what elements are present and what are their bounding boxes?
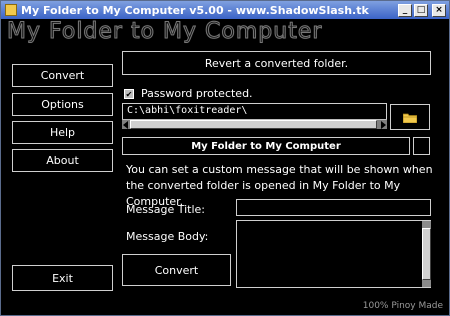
heading-bar: My Folder to My Computer (122, 137, 410, 155)
message-body-textarea[interactable] (236, 220, 431, 288)
app-icon (5, 4, 17, 16)
scrollbar-thumb[interactable] (422, 228, 431, 280)
sidebar-item-convert[interactable]: Convert (12, 64, 113, 87)
path-value: C:\abhi\foxitreader\ (127, 105, 248, 116)
checkmark-icon: ✔ (125, 89, 133, 99)
sidebar-item-options[interactable]: Options (12, 93, 113, 116)
close-button[interactable]: × (432, 3, 446, 17)
scroll-left-icon[interactable] (123, 121, 128, 129)
path-horizontal-scrollbar[interactable] (122, 119, 387, 129)
title-bar[interactable]: My Folder to My Computer v5.00 - www.Sha… (1, 1, 449, 19)
exit-button[interactable]: Exit (12, 265, 113, 291)
message-body-scrollbar[interactable] (422, 221, 431, 287)
browse-folder-button[interactable] (390, 104, 430, 130)
password-label: Password protected. (141, 87, 253, 100)
folder-icon (403, 113, 417, 123)
message-title-input[interactable] (236, 199, 431, 216)
convert-button[interactable]: Convert (122, 254, 231, 286)
revert-folder-button[interactable]: Revert a converted folder. (122, 51, 431, 75)
scroll-right-icon[interactable] (381, 121, 386, 129)
heading-toggle[interactable] (413, 137, 430, 155)
window-title: My Folder to My Computer v5.00 - www.Sha… (21, 3, 369, 17)
scrollbar-thumb[interactable] (130, 120, 377, 129)
minimize-button[interactable]: _ (398, 3, 412, 17)
app-window: My Folder to My Computer v5.00 - www.Sha… (0, 0, 450, 316)
maximize-button[interactable]: □ (414, 3, 428, 17)
message-body-label: Message Body: (126, 230, 209, 243)
password-checkbox[interactable]: ✔ (124, 89, 134, 99)
heading-text: My Folder to My Computer (191, 140, 341, 152)
message-title-label: Message Title: (126, 203, 205, 216)
footer-text: 100% Pinoy Made (362, 301, 443, 311)
app-banner: My Folder to My Computer (6, 19, 323, 45)
sidebar-item-about[interactable]: About (12, 149, 113, 172)
sidebar-item-help[interactable]: Help (12, 121, 113, 144)
